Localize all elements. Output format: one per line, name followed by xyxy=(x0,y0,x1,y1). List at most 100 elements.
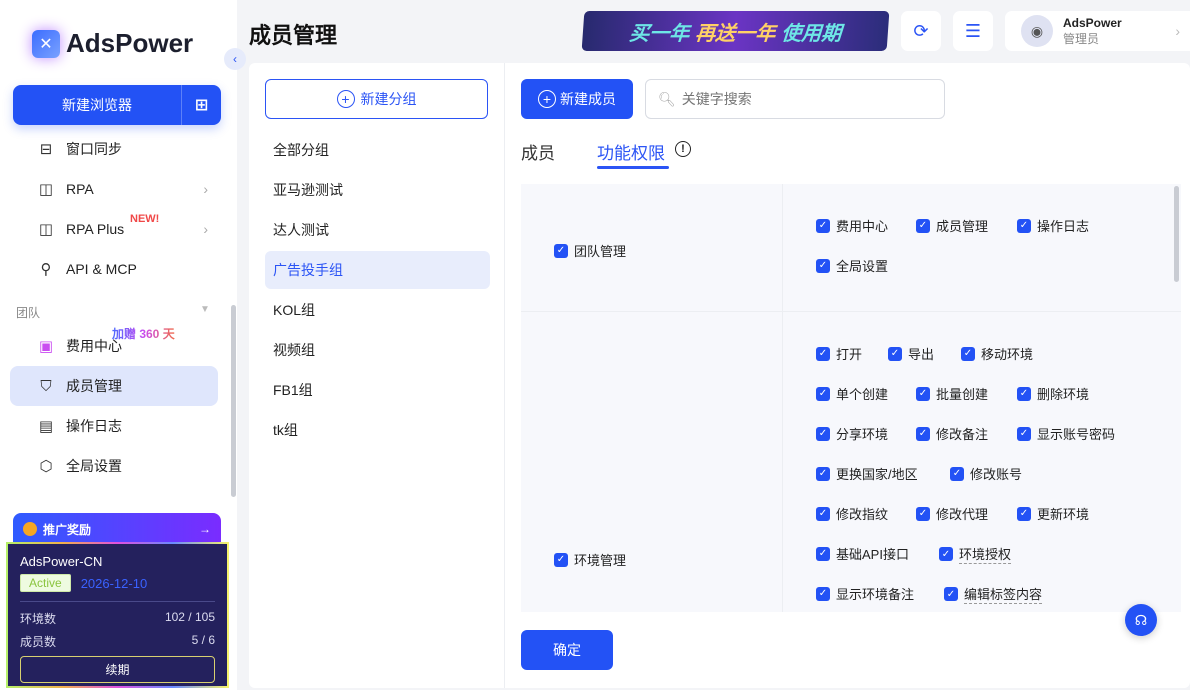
checkbox-checked-icon[interactable]: ✓ xyxy=(916,426,930,441)
sidebar-scrollbar[interactable] xyxy=(231,305,236,497)
group-item[interactable]: 广告投手组 xyxy=(265,251,490,289)
column-divider xyxy=(782,184,783,612)
list-icon: ☰ xyxy=(964,20,982,41)
permission-checkbox[interactable]: ✓ 单个创建 xyxy=(816,384,888,403)
sidebar-item-settings[interactable]: ⬡ 全局设置 xyxy=(10,446,218,486)
checkbox-checked-icon[interactable]: ✓ xyxy=(554,552,568,567)
group-item[interactable]: FB1组 xyxy=(265,371,490,409)
permission-checkbox[interactable]: ✓ 删除环境 xyxy=(1017,384,1089,403)
group-item[interactable]: 亚马逊测试 xyxy=(265,171,490,209)
permission-checkbox[interactable]: ✓ 更换国家/地区 xyxy=(816,464,918,483)
permission-checkbox[interactable]: ✓ 基础API接口 xyxy=(816,544,909,563)
renew-button[interactable]: 续期 xyxy=(20,656,215,683)
confirm-button[interactable]: 确定 xyxy=(521,630,613,670)
chevron-right-icon: › xyxy=(1175,23,1180,39)
checkbox-checked-icon[interactable]: ✓ xyxy=(816,426,830,441)
active-tab-indicator xyxy=(597,166,669,169)
checkbox-checked-icon[interactable]: ✓ xyxy=(916,506,930,521)
checkbox-checked-icon[interactable]: ✓ xyxy=(916,386,930,401)
caret-down-icon[interactable]: ▼ xyxy=(200,304,210,315)
permission-checkbox[interactable]: ✓ 打开 xyxy=(816,344,862,363)
permission-label: 显示账号密码 xyxy=(1037,427,1116,442)
new-member-button[interactable]: + 新建成员 xyxy=(521,79,633,119)
group-item[interactable]: 全部分组 xyxy=(265,131,490,169)
sidebar-item-api-mcp[interactable]: ⚲ API & MCP xyxy=(10,249,218,289)
user-menu[interactable]: ◉ AdsPower 管理员 › xyxy=(1005,11,1190,51)
sidebar-item-label: 窗口同步 xyxy=(66,141,122,157)
permission-checkbox[interactable]: ✓ 成员管理 xyxy=(916,216,988,235)
group-item[interactable]: 达人测试 xyxy=(265,211,490,249)
permission-label: 移动环境 xyxy=(981,347,1034,362)
group-item[interactable]: KOL组 xyxy=(265,291,490,329)
tab-members[interactable]: 成员 xyxy=(521,139,555,164)
checkbox-checked-icon[interactable]: ✓ xyxy=(961,346,975,361)
permission-checkbox[interactable]: ✓ 修改账号 xyxy=(950,464,1022,483)
checkbox-checked-icon[interactable]: ✓ xyxy=(1017,426,1031,441)
promo-banner[interactable]: 推广奖励 → xyxy=(13,513,221,545)
permission-checkbox[interactable]: ✓ 编辑标签内容 xyxy=(944,584,1043,604)
group-item[interactable]: 视频组 xyxy=(265,331,490,369)
category-checkbox[interactable]: ✓ 团队管理 xyxy=(554,241,626,260)
permission-checkbox[interactable]: ✓ 环境授权 xyxy=(939,544,1012,564)
permission-checkbox[interactable]: ✓ 修改指纹 xyxy=(816,504,888,523)
group-item[interactable]: tk组 xyxy=(265,411,490,449)
checkbox-checked-icon[interactable]: ✓ xyxy=(916,218,930,233)
permission-checkbox[interactable]: ✓ 修改代理 xyxy=(916,504,988,523)
plan-card: AdsPower-CN Active 2026-12-10 环境数 102 / 10… xyxy=(6,542,229,688)
sidebar-item-rpa-plus[interactable]: ◫ RPA Plus › xyxy=(10,209,218,249)
permission-checkbox[interactable]: ✓ 显示账号密码 xyxy=(1017,424,1115,443)
task-list-button[interactable]: ☰ xyxy=(953,11,993,51)
checkbox-checked-icon[interactable]: ✓ xyxy=(939,547,953,561)
new-member-label: 新建成员 xyxy=(560,91,616,107)
info-icon[interactable]: ! xyxy=(675,141,691,157)
checkbox-checked-icon[interactable]: ✓ xyxy=(816,506,830,521)
checkbox-checked-icon[interactable]: ✓ xyxy=(816,258,830,273)
plan-name: AdsPower-CN xyxy=(20,554,103,569)
checkbox-checked-icon[interactable]: ✓ xyxy=(816,218,830,233)
headset-icon: ☊ xyxy=(1134,611,1148,628)
sidebar-item-rpa[interactable]: ◫ RPA › xyxy=(10,169,218,209)
checkbox-checked-icon[interactable]: ✓ xyxy=(1017,386,1031,401)
tab-permissions[interactable]: 功能权限 xyxy=(597,139,665,164)
checkbox-checked-icon[interactable]: ✓ xyxy=(816,586,830,601)
scrollbar[interactable] xyxy=(1174,186,1179,282)
batch-add-icon[interactable]: ⊞ xyxy=(181,85,221,125)
update-button[interactable]: ⟳ xyxy=(901,11,941,51)
permission-checkbox[interactable]: ✓ 导出 xyxy=(888,344,934,363)
new-browser-label[interactable]: 新建浏览器 xyxy=(13,85,181,125)
checkbox-checked-icon[interactable]: ✓ xyxy=(816,466,830,481)
permission-checkbox[interactable]: ✓ 显示环境备注 xyxy=(816,584,914,603)
checkbox-checked-icon[interactable]: ✓ xyxy=(554,243,568,258)
permissions-table: ✓ 团队管理 ✓ 费用中心 ✓ 成员管理 ✓ 操作日志 ✓ 全局设置 ✓ 环境管理 ✓ 打开 ✓ 导出 ✓ 移动环… xyxy=(521,184,1181,612)
sidebar-item-window-sync[interactable]: ⊟ 窗口同步 xyxy=(10,129,218,169)
search-input[interactable] xyxy=(681,91,922,107)
new-browser-button[interactable]: 新建浏览器 ⊞ xyxy=(13,85,221,125)
checkbox-checked-icon[interactable]: ✓ xyxy=(1017,218,1031,233)
permission-checkbox[interactable]: ✓ 费用中心 xyxy=(816,216,888,235)
permission-checkbox[interactable]: ✓ 更新环境 xyxy=(1017,504,1089,523)
permission-label: 显示环境备注 xyxy=(836,587,915,602)
permission-checkbox[interactable]: ✓ 修改备注 xyxy=(916,424,988,443)
collapse-sidebar-button[interactable]: ‹ xyxy=(224,48,246,70)
permission-label: 打开 xyxy=(836,347,863,362)
permission-checkbox[interactable]: ✓ 全局设置 xyxy=(816,256,888,275)
checkbox-checked-icon[interactable]: ✓ xyxy=(816,346,830,361)
category-checkbox[interactable]: ✓ 环境管理 xyxy=(554,550,626,569)
checkbox-checked-icon[interactable]: ✓ xyxy=(950,466,964,481)
checkbox-checked-icon[interactable]: ✓ xyxy=(1017,506,1031,521)
new-group-button[interactable]: + 新建分组 xyxy=(265,79,488,119)
checkbox-checked-icon[interactable]: ✓ xyxy=(816,386,830,401)
sidebar-item-logs[interactable]: ▤ 操作日志 xyxy=(10,406,218,446)
sidebar-item-members[interactable]: ⛉ 成员管理 xyxy=(10,366,218,406)
promo-ad-banner[interactable]: 买一年 再送一年 使用期 xyxy=(581,11,890,51)
search-box[interactable]: 🔍︎ xyxy=(645,79,945,119)
checkbox-checked-icon[interactable]: ✓ xyxy=(816,546,830,561)
checkbox-checked-icon[interactable]: ✓ xyxy=(944,587,958,601)
checkbox-checked-icon[interactable]: ✓ xyxy=(888,346,902,361)
permission-checkbox[interactable]: ✓ 移动环境 xyxy=(961,344,1033,363)
permission-checkbox[interactable]: ✓ 操作日志 xyxy=(1017,216,1089,235)
support-chat-button[interactable]: ☊ xyxy=(1125,604,1157,636)
avatar: ◉ xyxy=(1021,15,1053,47)
permission-checkbox[interactable]: ✓ 分享环境 xyxy=(816,424,888,443)
permission-checkbox[interactable]: ✓ 批量创建 xyxy=(916,384,988,403)
